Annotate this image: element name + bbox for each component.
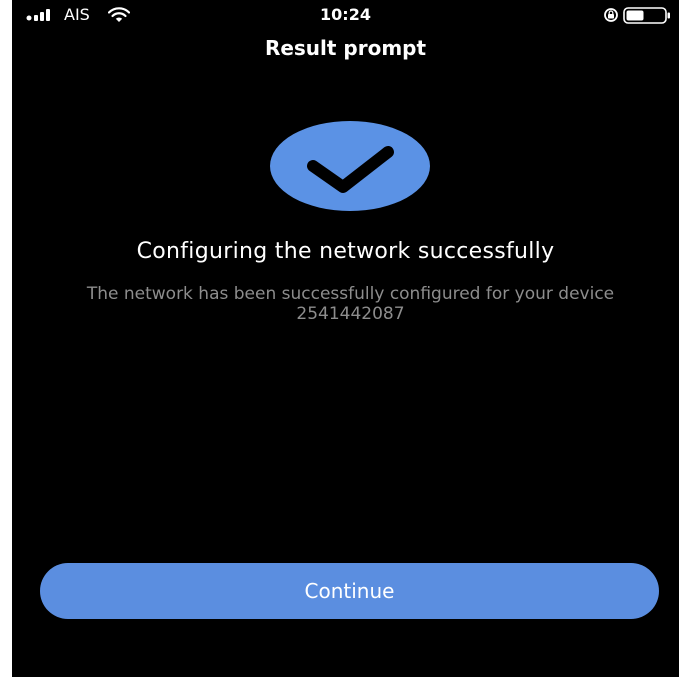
status-time: 10:24 (320, 5, 371, 24)
battery-icon (623, 7, 670, 24)
page-title: Result prompt (264, 36, 427, 60)
orientation-lock-icon (604, 8, 618, 22)
screen: AIS 10:24 Result prompt Configuring the … (12, 0, 679, 677)
continue-button[interactable]: Continue (40, 563, 659, 619)
result-message: The network has been successfully config… (86, 284, 615, 324)
status-bar: AIS 10:24 (12, 0, 679, 34)
checkmark-icon (270, 121, 430, 211)
result-headline: Configuring the network successfully (136, 239, 555, 264)
